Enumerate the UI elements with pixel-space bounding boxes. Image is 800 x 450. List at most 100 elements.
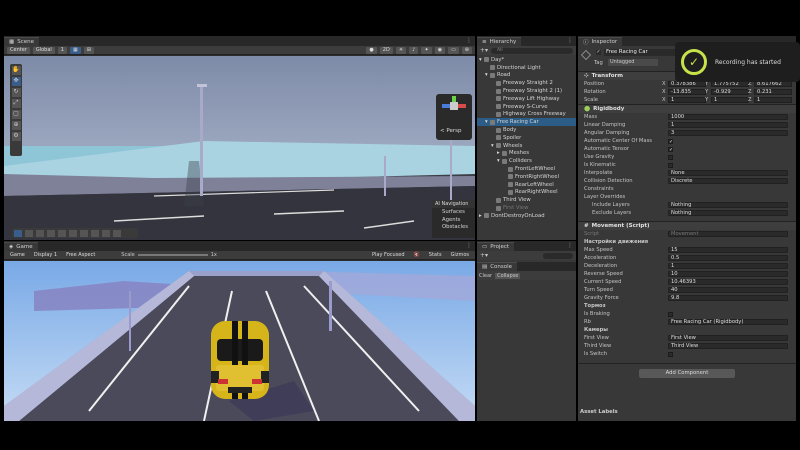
overlay-item-obstacles[interactable]: Obstacles bbox=[432, 224, 475, 232]
tab-game[interactable]: ◈ Game bbox=[4, 242, 38, 251]
lighting-icon[interactable]: ☀ bbox=[395, 46, 407, 54]
game-viewport[interactable] bbox=[4, 261, 475, 421]
grid-toggle-icon[interactable]: ▦ bbox=[69, 46, 81, 54]
movement-header[interactable]: # Movement (Script) bbox=[578, 221, 796, 230]
movement-row-field[interactable]: 9.8 bbox=[668, 295, 788, 301]
game-menu-icon[interactable]: ⋮ bbox=[466, 242, 472, 249]
hierarchy-row[interactable]: ▾ Colliders bbox=[477, 157, 576, 165]
gizmos-button[interactable]: Gizmos bbox=[448, 252, 472, 259]
third-view-field[interactable]: Third View bbox=[668, 343, 788, 349]
hierarchy-row[interactable]: Freeway Straight 2 bbox=[477, 79, 576, 87]
mute-audio-icon[interactable]: 🔇 bbox=[411, 252, 423, 259]
transform-y-field[interactable]: 1 bbox=[711, 97, 749, 103]
snap-icon[interactable]: ⊞ bbox=[83, 46, 94, 54]
hierarchy-menu-icon[interactable]: ⋮ bbox=[567, 37, 573, 44]
hierarchy-row[interactable]: Freeway S-Curve bbox=[477, 103, 576, 111]
movement-row-field[interactable]: 1 bbox=[668, 263, 788, 269]
project-search-input[interactable] bbox=[543, 252, 573, 259]
camera-icon[interactable]: ▭ bbox=[448, 46, 459, 54]
rigidbody-row-field[interactable]: Discrete bbox=[668, 178, 788, 184]
hierarchy-row[interactable]: ▾ Free Racing Car bbox=[477, 118, 576, 127]
hierarchy-row[interactable]: First View bbox=[477, 204, 576, 212]
layer-overrides-row[interactable]: Layer Overrides bbox=[578, 193, 796, 201]
transform-x-field[interactable]: 1 bbox=[668, 97, 706, 103]
vertex-snap-icon[interactable] bbox=[58, 229, 66, 237]
console-collapse-button[interactable]: Collapse bbox=[495, 272, 521, 279]
rigidbody-row-field[interactable]: 1 bbox=[668, 122, 788, 128]
add-object-icon[interactable]: +▾ bbox=[480, 47, 488, 54]
gizmos-icon[interactable]: ⊕ bbox=[461, 46, 472, 54]
tag-dropdown[interactable]: Untagged bbox=[608, 59, 658, 66]
rb-field[interactable]: Free Racing Car (Rigidbody) bbox=[668, 319, 788, 325]
snap-settings-icon[interactable] bbox=[14, 229, 22, 237]
movement-row-field[interactable]: 0.5 bbox=[668, 255, 788, 261]
rigidbody-row-checkbox[interactable] bbox=[668, 154, 673, 160]
tab-hierarchy[interactable]: ≡ Hierarchy bbox=[477, 37, 522, 46]
hierarchy-search-input[interactable]: All bbox=[491, 47, 573, 54]
transform-y-field[interactable]: -0.929 bbox=[711, 89, 749, 95]
rigidbody-row-checkbox[interactable]: ✓ bbox=[668, 138, 673, 144]
scale-slider[interactable] bbox=[137, 254, 208, 256]
rect-tool-icon[interactable]: ▢ bbox=[11, 110, 21, 119]
hierarchy-row[interactable]: RearLeftWheel bbox=[477, 181, 576, 189]
draw-mode-icon[interactable]: ● bbox=[366, 46, 377, 54]
transform-z-field[interactable]: 1 bbox=[754, 97, 792, 103]
tab-console[interactable]: ▤ Console bbox=[477, 262, 518, 271]
hierarchy-row[interactable]: ▾ Wheels bbox=[477, 142, 576, 150]
first-view-field[interactable]: First View bbox=[668, 335, 788, 341]
movement-row-field[interactable]: 15 bbox=[668, 247, 788, 253]
hierarchy-row[interactable]: ▾ Road bbox=[477, 72, 576, 80]
rigidbody-row-field[interactable]: 1000 bbox=[668, 114, 788, 120]
custom-tool-icon[interactable]: ⚙ bbox=[11, 132, 21, 141]
rigidbody-header[interactable]: ⬤ Rigidbody bbox=[578, 104, 796, 113]
rigidbody-row-checkbox[interactable]: ✓ bbox=[668, 146, 673, 152]
transform-z-field[interactable]: 0.231 bbox=[754, 89, 792, 95]
increment-snap-icon[interactable] bbox=[36, 229, 44, 237]
scene-viewport[interactable] bbox=[4, 56, 475, 240]
hierarchy-row[interactable]: Third View bbox=[477, 196, 576, 204]
active-checkbox[interactable]: ✓ bbox=[596, 50, 601, 55]
movement-row-field[interactable]: 40 bbox=[668, 287, 788, 293]
pivot-mode-dropdown[interactable]: Center bbox=[7, 46, 30, 54]
hierarchy-row[interactable]: RearRightWheel bbox=[477, 189, 576, 197]
grid-snap-field[interactable]: 1 bbox=[57, 46, 67, 54]
effects-icon[interactable]: ✦ bbox=[421, 46, 432, 54]
grid-visibility-icon[interactable] bbox=[25, 229, 33, 237]
hierarchy-row[interactable]: ▾ Day* bbox=[477, 56, 576, 64]
space-mode-dropdown[interactable]: Global bbox=[32, 46, 55, 54]
include-layers-dropdown[interactable]: Nothing bbox=[668, 202, 788, 208]
constraints-row[interactable]: Constraints bbox=[578, 185, 796, 193]
hierarchy-row[interactable]: Highway Cross Freeway bbox=[477, 111, 576, 119]
stats-button[interactable]: Stats bbox=[426, 252, 445, 259]
rigidbody-row-checkbox[interactable] bbox=[668, 162, 673, 168]
exclude-layers-dropdown[interactable]: Nothing bbox=[668, 210, 788, 216]
tab-project[interactable]: ▭ Project bbox=[477, 242, 515, 251]
scene-gizmo[interactable]: < Persp bbox=[436, 94, 472, 140]
hierarchy-row[interactable]: Spoiler bbox=[477, 134, 576, 142]
add-component-button[interactable]: Add Component bbox=[639, 369, 735, 378]
2d-toggle[interactable]: 2D bbox=[379, 46, 393, 54]
pivot-snap-icon[interactable] bbox=[69, 229, 77, 237]
bounds-icon[interactable] bbox=[91, 229, 99, 237]
rigidbody-row-field[interactable]: None bbox=[668, 170, 788, 176]
layer-icon[interactable] bbox=[113, 229, 121, 237]
overlay-item-surfaces[interactable]: Surfaces bbox=[432, 208, 475, 216]
object-name-field[interactable]: Free Racing Car bbox=[604, 49, 684, 56]
game-mode-dropdown[interactable]: Game bbox=[7, 252, 28, 259]
is-braking-checkbox[interactable] bbox=[668, 311, 673, 317]
hierarchy-row[interactable]: FrontRightWheel bbox=[477, 173, 576, 181]
move-tool-icon[interactable]: ✥ bbox=[11, 77, 21, 86]
hierarchy-row[interactable]: FrontLeftWheel bbox=[477, 165, 576, 173]
hidden-objects-icon[interactable]: ◉ bbox=[434, 46, 446, 54]
hierarchy-row[interactable]: Directional Light bbox=[477, 64, 576, 72]
rigidbody-row-field[interactable]: 3 bbox=[668, 130, 788, 136]
hierarchy-row[interactable]: ▸ Meshes bbox=[477, 150, 576, 158]
gizmo-persp-label[interactable]: < Persp bbox=[440, 128, 461, 134]
rotate-tool-icon[interactable]: ↻ bbox=[11, 88, 21, 97]
transform-tool-icon[interactable]: ⊕ bbox=[11, 121, 21, 130]
hierarchy-row[interactable]: ▸ DontDestroyOnLoad bbox=[477, 212, 576, 220]
movement-row-field[interactable]: 10.46393 bbox=[668, 279, 788, 285]
tab-inspector[interactable]: ⓘ Inspector bbox=[578, 37, 623, 46]
scene-menu-icon[interactable]: ⋮ bbox=[466, 37, 472, 44]
project-add-icon[interactable]: +▾ bbox=[480, 252, 488, 259]
